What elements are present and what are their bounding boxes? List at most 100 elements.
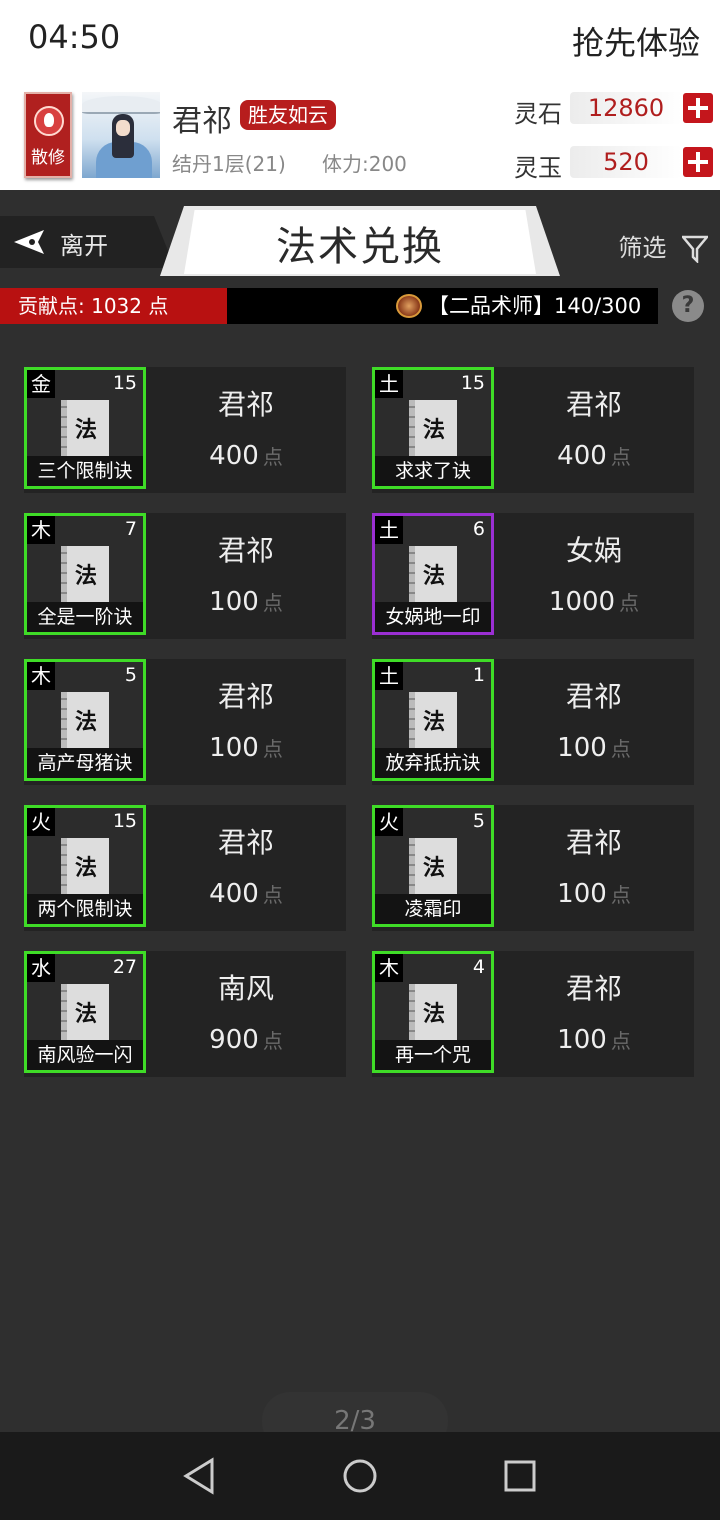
spell-owner: 南风 [217, 972, 274, 1005]
spell-level: 5 [472, 810, 485, 832]
spell-icon-frame[interactable]: 土 1 法放弃抵抗诀 [372, 659, 494, 781]
home-icon[interactable] [338, 1454, 382, 1498]
book-glyph: 法 [423, 563, 446, 589]
spell-icon-frame[interactable]: 水 27 法南风验一闪 [24, 951, 146, 1073]
status-bar: 04:50 抢先体验 [0, 0, 720, 80]
spell-card[interactable]: 土 15 法求求了诀 君祁 400 点 [372, 367, 694, 493]
element-badge: 金 [27, 370, 55, 398]
price-value: 400 [209, 441, 259, 471]
element-badge: 火 [27, 808, 55, 836]
help-button[interactable]: ? [672, 290, 704, 322]
spell-name: 女娲地一印 [375, 602, 491, 632]
spell-book-icon: 法 [409, 692, 457, 748]
price-value: 100 [557, 879, 607, 909]
spell-level: 4 [472, 956, 485, 978]
player-name: 君祁 [172, 104, 232, 139]
price-value: 100 [209, 587, 259, 617]
sect-label: 散修 [31, 148, 65, 168]
element-badge: 木 [27, 662, 55, 690]
recents-icon[interactable] [498, 1454, 542, 1498]
spell-card[interactable]: 火 5 法凌霜印 君祁 100 点 [372, 805, 694, 931]
spell-name: 高产母猪诀 [27, 748, 143, 778]
spell-icon-frame[interactable]: 土 15 法求求了诀 [372, 367, 494, 489]
price-unit: 点 [619, 591, 640, 615]
spell-card[interactable]: 土 1 法放弃抵抗诀 君祁 100 点 [372, 659, 694, 785]
element-badge: 水 [27, 954, 55, 982]
stamina: 体力:200 [322, 152, 407, 176]
spell-name: 凌霜印 [375, 894, 491, 924]
spell-price: 100 点 [494, 733, 694, 763]
page-title: 法术兑换 [276, 224, 444, 270]
spell-name: 南风验一闪 [27, 1040, 143, 1070]
lotus-icon [34, 106, 64, 136]
spell-icon-frame[interactable]: 土 6 法女娲地一印 [372, 513, 494, 635]
spell-book-icon: 法 [61, 838, 109, 894]
book-glyph: 法 [75, 417, 98, 443]
spell-level: 6 [472, 518, 485, 540]
spell-level: 15 [112, 810, 137, 832]
spell-owner: 君祁 [217, 534, 274, 567]
spell-owner: 君祁 [565, 826, 622, 859]
spell-price: 100 点 [494, 879, 694, 909]
spell-card[interactable]: 土 6 法女娲地一印 女娲 1000 点 [372, 513, 694, 639]
spell-price: 400 点 [146, 441, 346, 471]
spell-owner: 君祁 [565, 972, 622, 1005]
spell-book-icon: 法 [409, 838, 457, 894]
spell-name: 全是一阶诀 [27, 602, 143, 632]
spell-name: 三个限制诀 [27, 456, 143, 486]
spell-level: 7 [124, 518, 137, 540]
spell-level: 5 [124, 664, 137, 686]
spell-icon-frame[interactable]: 木 4 法再一个咒 [372, 951, 494, 1073]
price-value: 100 [209, 733, 259, 763]
leave-button[interactable]: 离开 [0, 216, 175, 268]
spell-card[interactable]: 木 5 法高产母猪诀 君祁 100 点 [24, 659, 346, 785]
spell-level: 15 [112, 372, 137, 394]
book-glyph: 法 [75, 855, 98, 881]
book-glyph: 法 [75, 563, 98, 589]
element-badge: 土 [375, 370, 403, 398]
book-glyph: 法 [423, 1001, 446, 1027]
spell-name: 再一个咒 [375, 1040, 491, 1070]
spell-icon-frame[interactable]: 木 5 法高产母猪诀 [24, 659, 146, 781]
element-badge: 木 [375, 954, 403, 982]
spell-card[interactable]: 金 15 法三个限制诀 君祁 400 点 [24, 367, 346, 493]
spell-icon-frame[interactable]: 金 15 法三个限制诀 [24, 367, 146, 489]
sect-badge[interactable]: 散修 [24, 92, 72, 178]
spell-price: 100 点 [146, 733, 346, 763]
price-unit: 点 [610, 1029, 631, 1053]
back-icon[interactable] [178, 1454, 222, 1498]
spell-card[interactable]: 木 7 法全是一阶诀 君祁 100 点 [24, 513, 346, 639]
spell-price: 1000 点 [494, 587, 694, 617]
price-value: 400 [557, 441, 607, 471]
spell-icon-frame[interactable]: 火 15 法两个限制诀 [24, 805, 146, 927]
add-spirit-stone-button[interactable] [683, 93, 713, 123]
price-unit: 点 [262, 883, 283, 907]
spell-icon-frame[interactable]: 木 7 法全是一阶诀 [24, 513, 146, 635]
system-nav-bar [0, 1432, 720, 1520]
spell-price: 100 点 [494, 1025, 694, 1055]
price-value: 100 [557, 733, 607, 763]
spell-card[interactable]: 水 27 法南风验一闪 南风 900 点 [24, 951, 346, 1077]
element-badge: 土 [375, 516, 403, 544]
book-glyph: 法 [75, 709, 98, 735]
add-spirit-jade-button[interactable] [683, 147, 713, 177]
price-unit: 点 [610, 445, 631, 469]
spell-name: 求求了诀 [375, 456, 491, 486]
profile-header: 散修 君祁 胜友如云 结丹1层(21) 体力:200 灵石 12860 灵玉 5… [0, 80, 720, 190]
spell-icon-frame[interactable]: 火 5 法凌霜印 [372, 805, 494, 927]
spirit-stone-value: 12860 [570, 92, 682, 124]
filter-button[interactable]: 筛选 [618, 228, 708, 263]
element-badge: 火 [375, 808, 403, 836]
spell-card[interactable]: 火 15 法两个限制诀 君祁 400 点 [24, 805, 346, 931]
spell-book-icon: 法 [409, 400, 457, 456]
early-access-label[interactable]: 抢先体验 [572, 18, 700, 64]
spell-price: 400 点 [494, 441, 694, 471]
spell-card[interactable]: 木 4 法再一个咒 君祁 100 点 [372, 951, 694, 1077]
avatar[interactable] [82, 92, 160, 178]
rank-medal-icon [396, 294, 422, 318]
spell-level: 27 [112, 956, 137, 978]
spell-book-icon: 法 [61, 692, 109, 748]
spell-level: 15 [460, 372, 485, 394]
book-glyph: 法 [423, 709, 446, 735]
price-value: 1000 [548, 587, 616, 617]
